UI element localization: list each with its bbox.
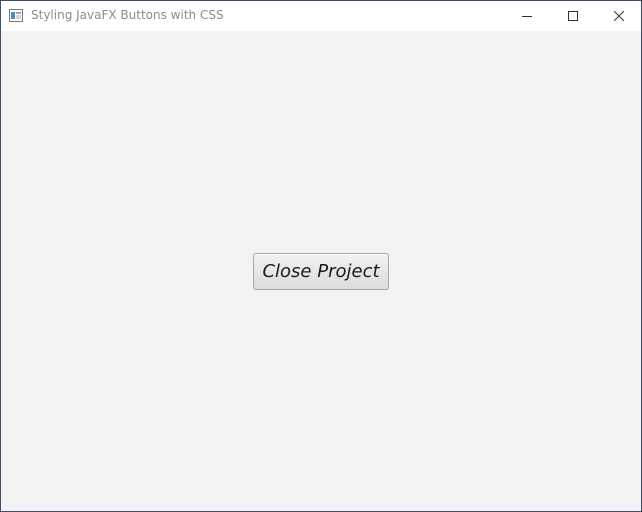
app-window: Styling JavaFX Buttons with CSS Close Pr… xyxy=(0,0,642,512)
maximize-button[interactable] xyxy=(550,1,596,31)
title-bar[interactable]: Styling JavaFX Buttons with CSS xyxy=(1,1,641,31)
minimize-button[interactable] xyxy=(504,1,550,31)
maximize-icon xyxy=(568,11,578,21)
minimize-icon xyxy=(522,16,532,17)
close-button[interactable] xyxy=(596,1,641,31)
close-icon xyxy=(614,11,624,21)
app-icon xyxy=(9,9,23,22)
close-project-button[interactable]: Close Project xyxy=(253,253,389,290)
window-title: Styling JavaFX Buttons with CSS xyxy=(31,8,224,22)
content-area: Close Project xyxy=(1,31,641,511)
